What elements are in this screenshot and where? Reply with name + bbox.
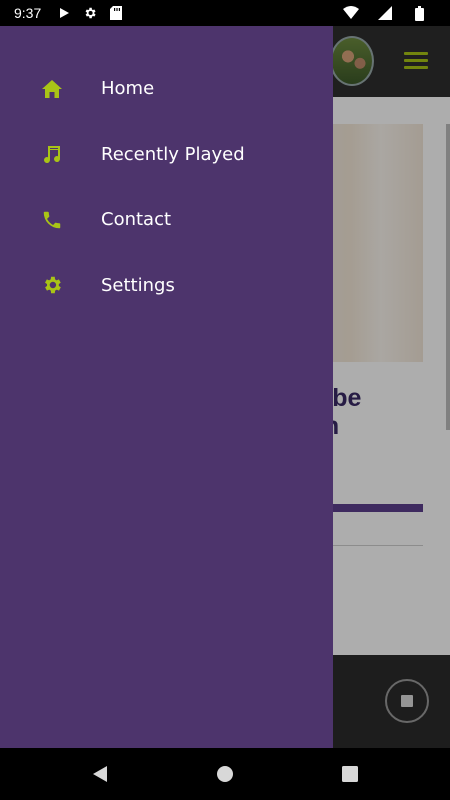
gear-icon	[81, 4, 99, 22]
back-icon[interactable]	[90, 764, 110, 784]
phone-icon	[40, 208, 64, 232]
signal-icon	[376, 4, 394, 22]
sd-card-icon	[107, 4, 125, 22]
status-time: 9:37	[14, 5, 42, 21]
system-nav-bar	[0, 748, 450, 800]
drawer-menu: Home Recently Played Contact Settings	[0, 26, 333, 318]
battery-icon	[410, 4, 428, 22]
gear-icon	[40, 273, 64, 297]
drawer-item-label: Recently Played	[101, 143, 245, 165]
home-icon[interactable]	[215, 764, 235, 784]
navigation-drawer: Home Recently Played Contact Settings	[0, 26, 333, 748]
drawer-item-settings[interactable]: Settings	[0, 253, 333, 319]
home-icon	[40, 77, 64, 101]
music-note-icon	[40, 142, 64, 166]
status-bar: 9:37	[0, 0, 450, 26]
drawer-item-recently-played[interactable]: Recently Played	[0, 122, 333, 188]
wifi-icon	[342, 4, 360, 22]
drawer-item-label: Contact	[101, 209, 172, 231]
drawer-item-home[interactable]: Home	[0, 56, 333, 122]
drawer-item-contact[interactable]: Contact	[0, 187, 333, 253]
drawer-item-label: Home	[101, 78, 155, 100]
recents-icon[interactable]	[340, 764, 360, 784]
play-icon	[55, 4, 73, 22]
drawer-item-label: Settings	[101, 274, 175, 296]
